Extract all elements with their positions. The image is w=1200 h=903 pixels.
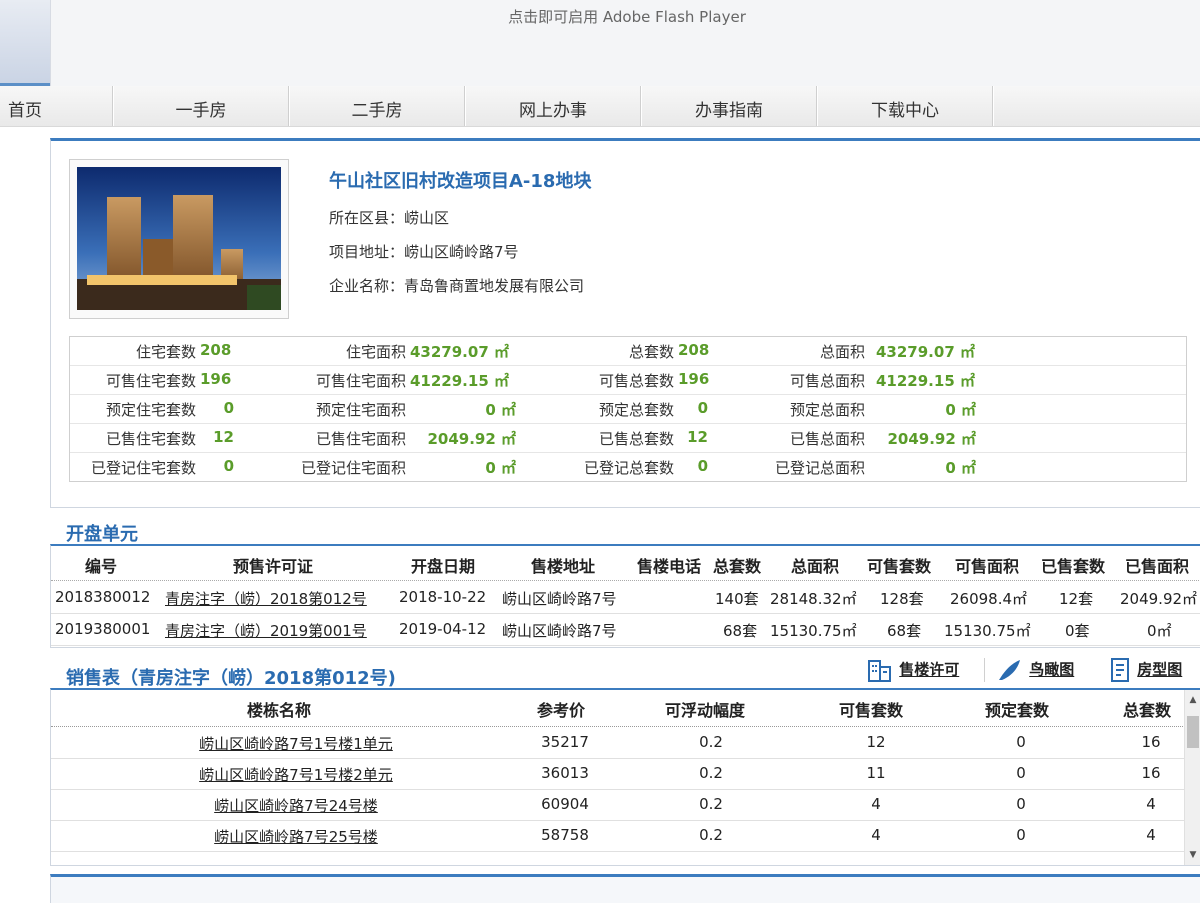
table-row: 2019380001 青房注字（崂）2019第001号 2019-04-12 崂…: [51, 614, 1200, 646]
nav-item-guide[interactable]: 办事指南: [641, 86, 817, 126]
nav-item-online-service[interactable]: 网上办事: [465, 86, 641, 126]
project-photo-frame: [69, 159, 289, 319]
aerial-view-button[interactable]: 鸟瞰图: [996, 656, 1074, 686]
table-header: 编号 预售许可证 开盘日期 售楼地址 售楼电话 总套数 总面积 可售套数 可售面…: [51, 546, 1200, 581]
stats-row: 已售住宅套数 12 已售住宅面积 2049.92 ㎡ 已售总套数 12 已售总面…: [70, 423, 1186, 452]
table-row: 崂山区崎岭路7号1号楼1单元 35217 0.2 12 0 16: [51, 727, 1185, 759]
sales-table-scrollbar[interactable]: ▲ ▼: [1184, 690, 1200, 865]
table-row: 崂山区崎岭路7号1号楼2单元 36013 0.2 11 0 16: [51, 758, 1185, 790]
project-company: 企业名称：青岛鲁商置地发展有限公司: [329, 277, 585, 295]
stats-row: 预定住宅套数 0 预定住宅面积 0 ㎡ 预定总套数 0 预定总面积 0 ㎡: [70, 394, 1186, 423]
nav-item-new-house[interactable]: 一手房: [113, 86, 289, 126]
bottom-section-bar: [50, 874, 1200, 903]
stats-row: 已登记住宅套数 0 已登记住宅面积 0 ㎡ 已登记总套数 0 已登记总面积 0 …: [70, 452, 1186, 481]
table-header: 楼栋名称 参考价 可浮动幅度 可售套数 预定套数 总套数: [51, 690, 1185, 727]
kaipan-section-title: 开盘单元: [66, 524, 138, 545]
permit-link[interactable]: 青房注字（崂）2019第001号: [165, 620, 367, 641]
table-row: 崂山区崎岭路7号24号楼 60904 0.2 4 0 4: [51, 789, 1185, 821]
project-stats-table: 住宅套数 208 住宅面积 43279.07 ㎡ 总套数 208 总面积 432…: [69, 336, 1187, 482]
scroll-up-arrow-icon[interactable]: ▲: [1185, 692, 1200, 708]
toolbar-divider: [984, 658, 985, 682]
sales-table: 楼栋名称 参考价 可浮动幅度 可售套数 预定套数 总套数 崂山区崎岭路7号1号楼…: [50, 688, 1200, 866]
project-info-panel: 午山社区旧村改造项目A-18地块 所在区县：崂山区 项目地址：崂山区崎岭路7号 …: [50, 138, 1200, 508]
project-address: 项目地址：崂山区崎岭路7号: [329, 243, 519, 261]
table-row: 2018380012 青房注字（崂）2018第012号 2018-10-22 崂…: [51, 582, 1200, 614]
kaipan-table: 编号 预售许可证 开盘日期 售楼地址 售楼电话 总套数 总面积 可售套数 可售面…: [50, 544, 1200, 648]
floorplan-button[interactable]: 房型图: [1108, 656, 1182, 686]
nav-item-download[interactable]: 下载中心: [817, 86, 993, 126]
stats-row: 可售住宅套数 196 可售住宅面积 41229.15 ㎡ 可售总套数 196 可…: [70, 365, 1186, 394]
scrollbar-thumb[interactable]: [1187, 716, 1199, 748]
project-title: 午山社区旧村改造项目A-18地块: [329, 171, 592, 192]
nav-divider: [992, 86, 993, 126]
bird-icon: [999, 660, 1020, 680]
table-row: 崂山区崎岭路7号25号楼 58758 0.2 4 0 4: [51, 820, 1185, 852]
nav-item-second-hand[interactable]: 二手房: [289, 86, 465, 126]
stats-row: 住宅套数 208 住宅面积 43279.07 ㎡ 总套数 208 总面积 432…: [135, 341, 975, 361]
sales-section-title: 销售表（青房注字（崂）2018第012号): [66, 668, 396, 689]
permit-link[interactable]: 青房注字（崂）2018第012号: [165, 588, 367, 609]
project-district: 所在区县：崂山区: [329, 209, 450, 227]
nav-item-home[interactable]: 首页: [0, 86, 50, 126]
building-link[interactable]: 崂山区崎岭路7号24号楼: [151, 795, 441, 816]
building-link[interactable]: 崂山区崎岭路7号25号楼: [151, 826, 441, 847]
building-link[interactable]: 崂山区崎岭路7号1号楼1单元: [151, 733, 441, 754]
flash-banner[interactable]: 点击即可启用 Adobe Flash Player: [0, 0, 1200, 86]
sales-permit-button[interactable]: 售楼许可: [866, 656, 959, 686]
building-icon: [868, 660, 891, 682]
project-photo: [77, 167, 281, 310]
building-link[interactable]: 崂山区崎岭路7号1号楼2单元: [151, 764, 441, 785]
document-icon: [1111, 658, 1129, 682]
flash-player-prompt[interactable]: 点击即可启用 Adobe Flash Player: [0, 6, 1200, 27]
main-nav: 首页 一手房 二手房 网上办事 办事指南 下载中心: [0, 86, 1200, 127]
scroll-down-arrow-icon[interactable]: ▼: [1185, 847, 1200, 863]
